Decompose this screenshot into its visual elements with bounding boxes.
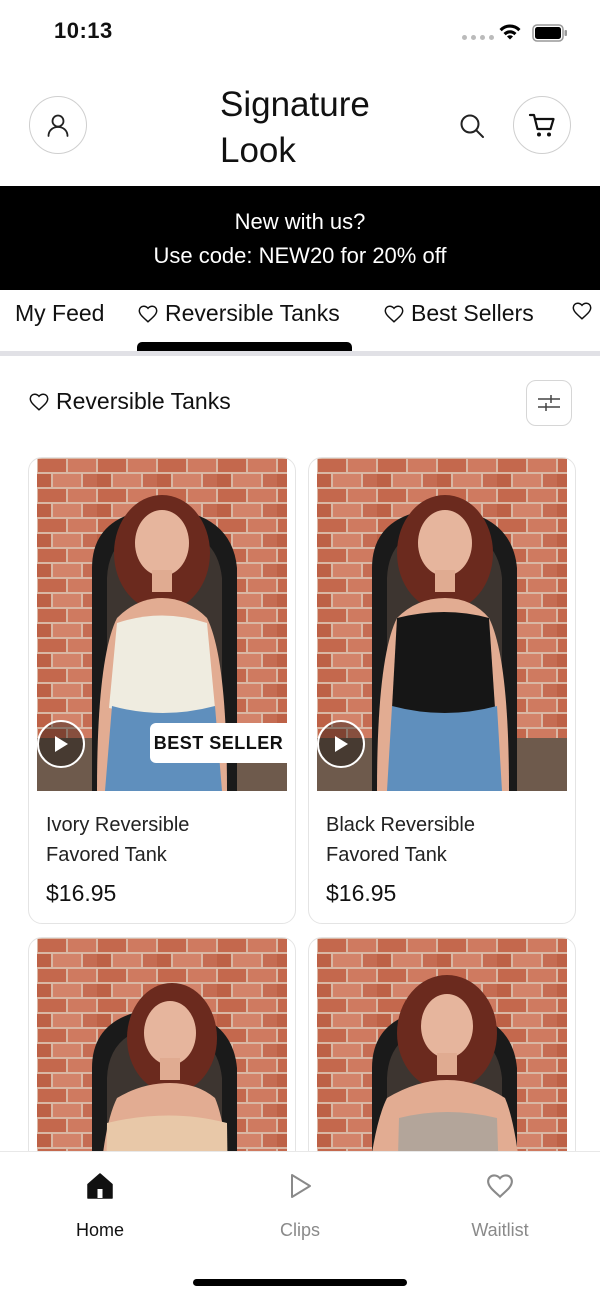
tab-more[interactable] [571, 300, 593, 322]
user-icon [47, 114, 69, 137]
sliders-icon [538, 395, 560, 411]
active-tab-indicator [137, 342, 352, 351]
promo-code-text: Use code: NEW20 for 20% off [153, 243, 447, 268]
product-name: Ivory Reversible Favored Tank [46, 814, 190, 866]
search-icon [460, 114, 484, 138]
bottom-navigation: Home Clips Waitlist [0, 1151, 600, 1299]
tab-my-feed[interactable]: My Feed [15, 300, 104, 327]
heart-outline-icon [29, 392, 49, 411]
nav-home[interactable]: Home [40, 1168, 160, 1241]
wifi-icon [499, 24, 521, 40]
nav-home-label: Home [75, 1220, 124, 1240]
nav-waitlist[interactable]: Waitlist [440, 1168, 560, 1241]
filter-button[interactable] [526, 380, 572, 426]
play-video-button[interactable] [37, 720, 85, 768]
product-name: Black Reversible Favored Tank [326, 814, 475, 866]
product-price: $16.95 [46, 880, 117, 906]
status-time: 10:13 [54, 18, 113, 43]
section-header: Reversible Tanks [28, 380, 572, 428]
product-image[interactable] [317, 938, 567, 1176]
tab-label: My Feed [15, 300, 105, 326]
product-card[interactable] [28, 937, 296, 1177]
home-icon [87, 1173, 113, 1199]
cart-icon [528, 113, 555, 137]
section-title-text: Reversible Tanks [56, 388, 231, 414]
play-outline-icon [291, 1174, 311, 1198]
heart-outline-icon [572, 302, 592, 320]
heart-outline-icon [138, 304, 158, 323]
product-info: Black Reversible Favored Tank $16.95 [326, 810, 526, 907]
app-header: Signature Look [0, 70, 600, 186]
tab-label: Reversible Tanks [165, 300, 340, 326]
product-photo [317, 938, 567, 1176]
signal-dots-icon [462, 35, 494, 40]
nav-clips-label: Clips [279, 1220, 320, 1240]
tab-reversible-tanks[interactable]: Reversible Tanks [137, 300, 340, 327]
nav-clips[interactable]: Clips [240, 1168, 360, 1241]
play-icon [55, 736, 68, 752]
promo-banner[interactable]: New with us? Use code: NEW20 for 20% off [0, 186, 600, 290]
section-title: Reversible Tanks [28, 388, 231, 415]
product-photo [37, 938, 287, 1176]
status-bar: 10:13 [0, 0, 600, 66]
profile-button[interactable] [29, 96, 87, 154]
home-indicator [193, 1279, 407, 1286]
cart-button[interactable] [513, 96, 571, 154]
tab-best-sellers[interactable]: Best Sellers [383, 300, 534, 327]
promo-headline: New with us? [234, 209, 366, 234]
product-image[interactable]: BEST SELLER [37, 458, 287, 791]
category-tabs: My Feed Reversible Tanks Best Sellers [0, 290, 600, 356]
product-price: $16.95 [326, 880, 397, 906]
tab-label: Best Sellers [411, 300, 534, 326]
play-video-button[interactable] [317, 720, 365, 768]
heart-outline-icon [487, 1174, 513, 1199]
nav-waitlist-label: Waitlist [471, 1220, 529, 1240]
product-card[interactable] [308, 937, 576, 1177]
brand-title: Signature Look [220, 85, 370, 170]
battery-icon [532, 24, 567, 42]
product-image[interactable] [37, 938, 287, 1176]
product-info: Ivory Reversible Favored Tank $16.95 [46, 810, 246, 907]
play-icon [335, 736, 348, 752]
best-seller-badge: BEST SELLER [150, 723, 287, 763]
heart-outline-icon [384, 304, 404, 323]
product-card[interactable]: BEST SELLER Ivory Reversible Favored Tan… [28, 457, 296, 924]
product-image[interactable] [317, 458, 567, 791]
search-button[interactable] [454, 108, 490, 144]
product-card[interactable]: Black Reversible Favored Tank $16.95 [308, 457, 576, 924]
